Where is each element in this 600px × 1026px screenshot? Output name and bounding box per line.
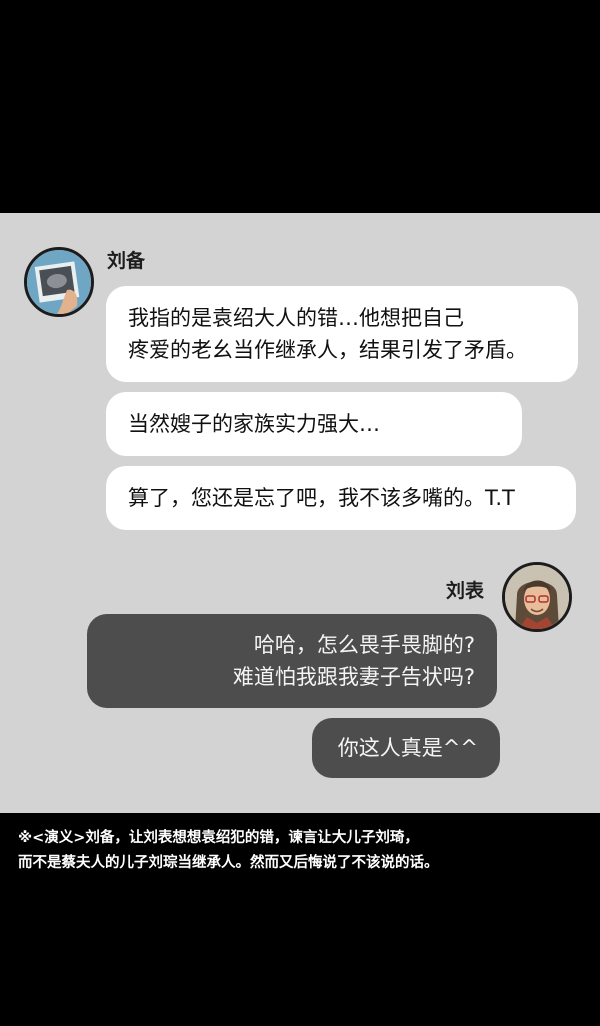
speaker-name-liubei: 刘备 [107,250,146,272]
message-line: 难道怕我跟我妻子告状吗? [232,665,475,689]
message-line: 你这人真是^^ [337,736,478,760]
message-bubble: 你这人真是^^ [312,718,500,778]
message-bubble: 当然嫂子的家族实力强大… [106,392,522,456]
message-bubble: 算了，您还是忘了吧，我不该多嘴的。T.T [106,466,576,530]
message-line: 哈哈，怎么畏手畏脚的? [253,633,475,657]
message-line: 疼爱的老幺当作继承人，结果引发了矛盾。 [128,338,527,362]
footnote-line: ※<演义>刘备，让刘表想想袁绍犯的错，谏言让大儿子刘琦， [18,830,419,846]
message-line: 我指的是袁绍大人的错…他想把自己 [128,306,464,330]
liubiao-avatar [502,562,572,632]
footnote-line: 而不是蔡夫人的儿子刘琮当继承人。然而又后悔说了不该说的话。 [18,855,439,871]
message-bubble: 哈哈，怎么畏手畏脚的? 难道怕我跟我妻子告状吗? [87,614,497,708]
liubiao-avatar-image [505,565,569,629]
liubei-avatar-image [27,250,91,314]
speaker-name-liubiao: 刘表 [446,580,485,602]
message-line: 当然嫂子的家族实力强大… [128,412,380,436]
message-bubble: 我指的是袁绍大人的错…他想把自己 疼爱的老幺当作继承人，结果引发了矛盾。 [106,286,578,382]
footnote: ※<演义>刘备，让刘表想想袁绍犯的错，谏言让大儿子刘琦， 而不是蔡夫人的儿子刘琮… [18,826,439,876]
liubei-avatar [24,247,94,317]
message-line: 算了，您还是忘了吧，我不该多嘴的。T.T [128,486,515,510]
